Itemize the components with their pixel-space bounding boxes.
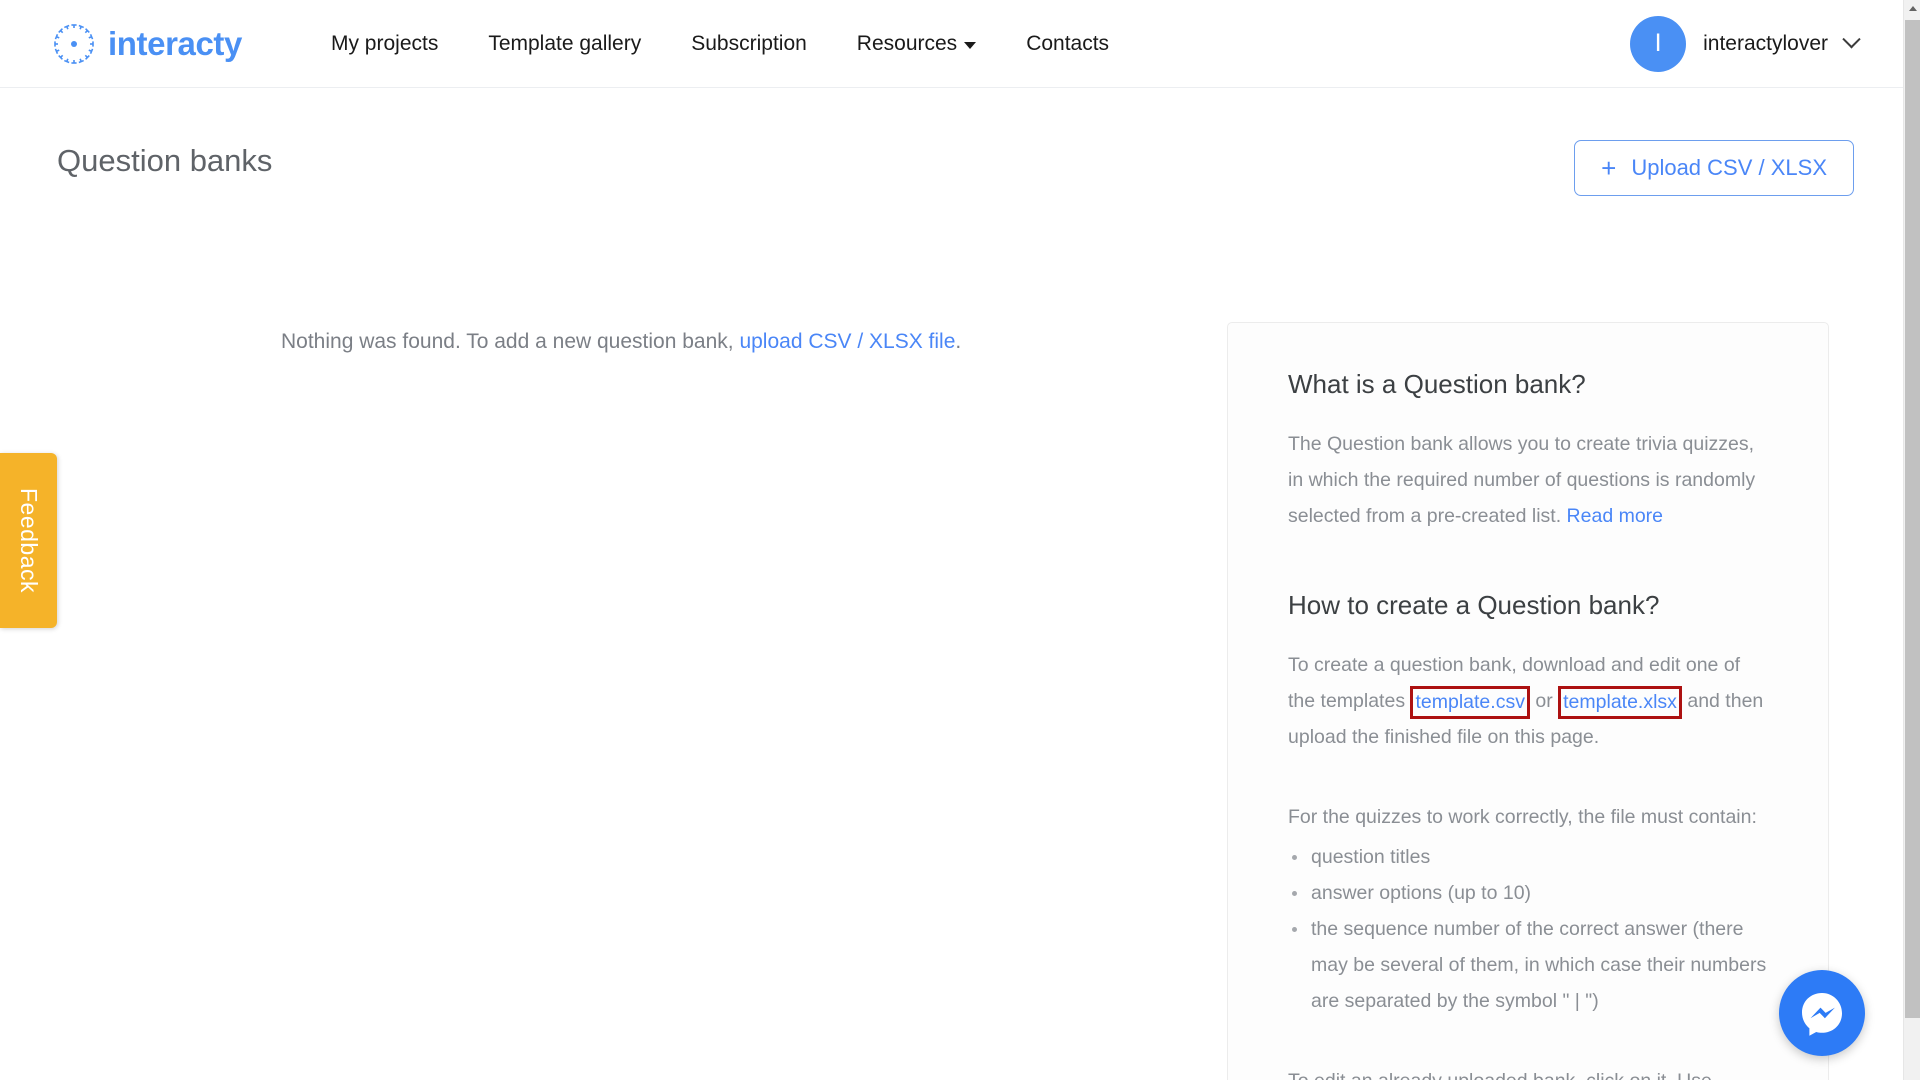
nav-label: Resources: [856, 31, 958, 55]
nav-item-contacts[interactable]: Contacts: [1001, 32, 1134, 56]
app-root: interacty My projects Template gallery S…: [0, 0, 1920, 1080]
brand-name: interacty: [108, 24, 242, 62]
facebook-messenger-icon: [1802, 993, 1842, 1036]
template-xlsx-highlight: template.xlsx: [1558, 686, 1682, 719]
info-paragraph-what-is: The Question bank allows you to create t…: [1288, 426, 1768, 534]
chevron-down-icon: [1842, 30, 1861, 49]
nav-label: Subscription: [691, 31, 807, 55]
list-item: the sequence number of the correct answe…: [1288, 911, 1768, 1019]
upload-button-label: Upload CSV / XLSX: [1631, 155, 1827, 180]
upload-file-link[interactable]: upload CSV / XLSX file: [739, 330, 955, 353]
empty-state-text-end: .: [955, 330, 962, 353]
username-label: interactylover: [1703, 31, 1828, 55]
nav-label: Contacts: [1026, 31, 1110, 55]
info-paragraph-text: The Question bank allows you to create t…: [1288, 433, 1756, 527]
nav-label: Template gallery: [488, 31, 642, 55]
feedback-label: Feedback: [16, 487, 42, 593]
upload-csv-xlsx-button[interactable]: + Upload CSV / XLSX: [1574, 140, 1854, 196]
nav-item-subscription[interactable]: Subscription: [666, 32, 832, 56]
nav-item-template-gallery[interactable]: Template gallery: [463, 32, 666, 56]
vertical-scrollbar[interactable]: [1903, 0, 1920, 1080]
avatar-initial: I: [1654, 29, 1662, 57]
top-navigation-bar: interacty My projects Template gallery S…: [0, 0, 1903, 88]
info-heading-what-is: What is a Question bank?: [1288, 369, 1586, 399]
feedback-tab[interactable]: Feedback: [0, 453, 57, 628]
template-csv-highlight: template.csv: [1410, 686, 1530, 719]
template-csv-link[interactable]: template.csv: [1415, 691, 1524, 713]
read-more-link[interactable]: Read more: [1567, 505, 1663, 527]
info-paragraph-or: or: [1529, 690, 1559, 712]
empty-state-text: Nothing was found. To add a new question…: [281, 330, 740, 353]
info-paragraph-requirements: For the quizzes to work correctly, the f…: [1288, 806, 1757, 828]
messenger-chat-button[interactable]: [1779, 970, 1865, 1056]
nav-label: My projects: [330, 31, 439, 55]
info-heading-how-to: How to create a Question bank?: [1288, 590, 1660, 620]
brand-logo[interactable]: interacty: [52, 22, 242, 66]
scrollbar-thumb[interactable]: [1905, 20, 1920, 1018]
primary-nav: My projects Template gallery Subscriptio…: [306, 32, 1134, 56]
interacty-radial-logo-icon: [54, 23, 94, 64]
nav-item-my-projects[interactable]: My projects: [306, 32, 463, 56]
page-title: Question banks: [57, 143, 273, 178]
requirements-list: question titles answer options (up to 10…: [1288, 839, 1768, 1019]
chevron-down-icon: [964, 41, 977, 49]
info-paragraph-edit-bank: To edit an already uploaded bank, click …: [1288, 1063, 1768, 1080]
user-menu[interactable]: I interactylover: [1630, 15, 1861, 72]
nav-item-resources[interactable]: Resources: [832, 32, 1001, 56]
scroll-up-arrow-icon[interactable]: [1904, 0, 1920, 17]
empty-state-message: Nothing was found. To add a new question…: [281, 330, 961, 354]
avatar: I: [1630, 15, 1687, 72]
template-xlsx-link[interactable]: template.xlsx: [1563, 691, 1677, 713]
page-content: Question banks + Upload CSV / XLSX Nothi…: [0, 88, 1903, 1080]
info-panel: What is a Question bank? The Question ba…: [1227, 322, 1829, 1080]
list-item: answer options (up to 10): [1288, 875, 1768, 911]
plus-icon: +: [1601, 153, 1617, 183]
list-item: question titles: [1288, 839, 1768, 875]
info-paragraph-how-to: To create a question bank, download and …: [1288, 647, 1768, 755]
